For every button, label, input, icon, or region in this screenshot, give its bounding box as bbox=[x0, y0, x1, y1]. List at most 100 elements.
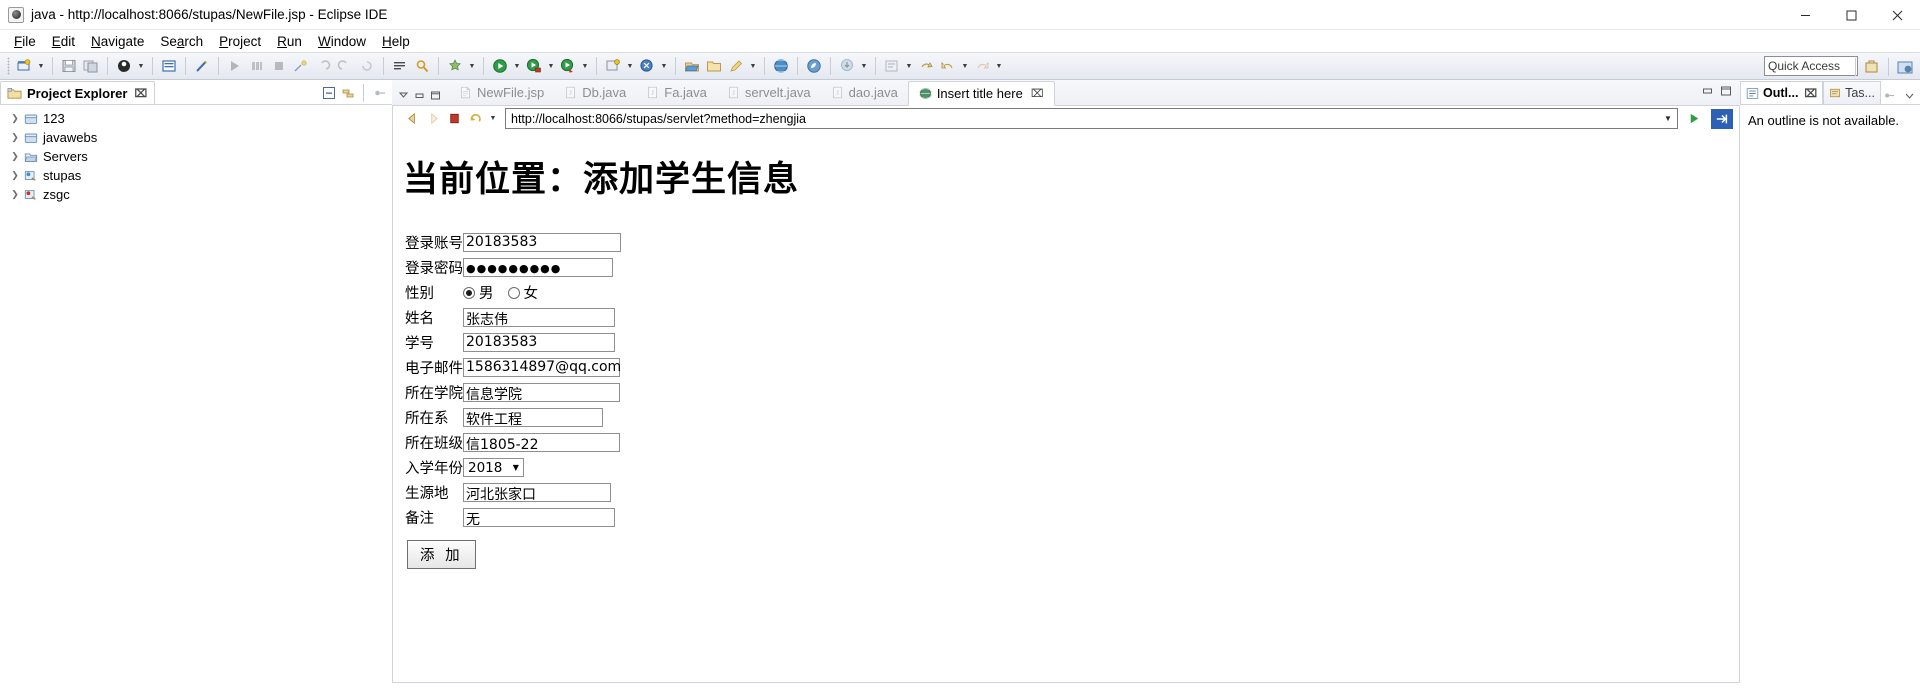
redo-icon[interactable] bbox=[334, 55, 356, 77]
maximize-icon[interactable] bbox=[430, 90, 441, 101]
hometown-input[interactable]: 河北张家口 bbox=[463, 483, 611, 503]
minimize-icon[interactable] bbox=[1901, 87, 1918, 104]
editor-tab-newfile-jsp[interactable]: NewFile.jsp bbox=[449, 80, 554, 105]
open-folder-icon[interactable] bbox=[681, 55, 703, 77]
college-input[interactable]: 信息学院 bbox=[463, 383, 620, 403]
terminate-icon[interactable] bbox=[268, 55, 290, 77]
remark-input[interactable]: 无 bbox=[463, 508, 615, 528]
close-button[interactable] bbox=[1874, 0, 1920, 30]
open-task-dropdown-icon[interactable]: ▼ bbox=[903, 55, 915, 77]
new-wizard-icon[interactable] bbox=[13, 55, 35, 77]
back-icon[interactable] bbox=[403, 110, 421, 128]
tab-tasks[interactable]: Tas... bbox=[1823, 81, 1881, 104]
undo-icon[interactable] bbox=[312, 55, 334, 77]
login-password-input[interactable]: ●●●●●●●●● bbox=[463, 258, 613, 277]
profile-dropdown-icon[interactable]: ▼ bbox=[658, 55, 670, 77]
tab-outline[interactable]: Outl... ⌧ bbox=[1740, 81, 1824, 104]
email-input[interactable]: 1586314897@qq.com bbox=[463, 358, 621, 377]
link-icon[interactable] bbox=[191, 55, 213, 77]
refresh-dropdown-icon[interactable]: ▼ bbox=[487, 108, 499, 130]
run-as-icon[interactable] bbox=[523, 55, 545, 77]
chevron-right-icon[interactable]: ❯ bbox=[8, 170, 22, 181]
run-as-dropdown-icon[interactable]: ▼ bbox=[545, 55, 557, 77]
close-icon[interactable]: ⌧ bbox=[1804, 87, 1817, 100]
maximize-button[interactable] bbox=[1828, 0, 1874, 30]
save-icon[interactable] bbox=[58, 55, 80, 77]
stop-icon[interactable] bbox=[445, 110, 463, 128]
run-dropdown-icon[interactable]: ▼ bbox=[511, 55, 523, 77]
chevron-down-icon[interactable]: ▼ bbox=[1661, 114, 1675, 123]
project-tree[interactable]: ❯ 123 ❯ javawebs ❯ Servers ❯ stupas ❯ zs… bbox=[0, 104, 392, 689]
search-icon[interactable] bbox=[411, 55, 433, 77]
download-icon[interactable] bbox=[836, 55, 858, 77]
editor-tab-dao-java[interactable]: J dao.java bbox=[821, 80, 908, 105]
pencil-dropdown-icon[interactable]: ▼ bbox=[747, 55, 759, 77]
toolbar-grip[interactable] bbox=[7, 57, 10, 75]
debug-as-dropdown-icon[interactable]: ▼ bbox=[579, 55, 591, 77]
refresh-icon[interactable] bbox=[356, 55, 378, 77]
chevron-right-icon[interactable]: ❯ bbox=[8, 113, 22, 124]
external-tools-icon[interactable] bbox=[444, 55, 466, 77]
undo-arrow-icon[interactable] bbox=[915, 55, 937, 77]
browser-icon[interactable] bbox=[803, 55, 825, 77]
link-with-editor-icon[interactable] bbox=[339, 84, 356, 101]
columns-icon[interactable] bbox=[246, 55, 268, 77]
forward-dropdown-icon[interactable]: ▼ bbox=[993, 55, 1005, 77]
step-over-icon[interactable] bbox=[224, 55, 246, 77]
forward-arrow-icon[interactable] bbox=[971, 55, 993, 77]
student-id-input[interactable]: 20183583 bbox=[463, 333, 615, 352]
refresh-icon[interactable] bbox=[466, 110, 484, 128]
menu-project[interactable]: Project bbox=[211, 32, 269, 51]
pencil-icon[interactable] bbox=[725, 55, 747, 77]
debug-dropdown-icon[interactable]: ▼ bbox=[135, 55, 147, 77]
minimize-icon[interactable] bbox=[1702, 85, 1714, 97]
url-input[interactable]: http://localhost:8066/stupas/servlet?met… bbox=[511, 112, 1661, 126]
run-icon[interactable] bbox=[489, 55, 511, 77]
chevron-down-icon[interactable]: ▼ bbox=[508, 459, 523, 476]
editor-tab-servelt-java[interactable]: J servelt.java bbox=[717, 80, 821, 105]
close-icon[interactable]: ⌧ bbox=[1031, 87, 1044, 100]
save-all-icon[interactable] bbox=[80, 55, 102, 77]
menu-edit[interactable]: Edit bbox=[44, 32, 83, 51]
department-input[interactable]: 软件工程 bbox=[463, 408, 603, 428]
editor-tab-fa-java[interactable]: J Fa.java bbox=[636, 80, 717, 105]
menu-help[interactable]: Help bbox=[374, 32, 418, 51]
view-menu-icon[interactable] bbox=[371, 84, 388, 101]
profile-icon[interactable] bbox=[636, 55, 658, 77]
gender-radio-female[interactable] bbox=[507, 286, 520, 299]
external-tools-dropdown-icon[interactable]: ▼ bbox=[466, 55, 478, 77]
minimize-icon[interactable] bbox=[414, 90, 425, 101]
chevron-right-icon[interactable]: ❯ bbox=[8, 151, 22, 162]
view-menu-icon[interactable] bbox=[1881, 87, 1898, 104]
restore-icon[interactable] bbox=[398, 90, 409, 101]
open-type-icon[interactable] bbox=[290, 55, 312, 77]
url-bar[interactable]: http://localhost:8066/stupas/servlet?met… bbox=[505, 108, 1678, 129]
submit-button[interactable]: 添 加 bbox=[407, 540, 476, 569]
editor-tab-insert-title-here[interactable]: Insert title here ⌧ bbox=[907, 81, 1055, 106]
new-server-dropdown-icon[interactable]: ▼ bbox=[624, 55, 636, 77]
class-input[interactable]: 信1805-22 bbox=[463, 433, 620, 453]
web-globe-icon[interactable] bbox=[770, 55, 792, 77]
close-icon[interactable]: ⌧ bbox=[134, 87, 147, 100]
menu-file[interactable]: File bbox=[6, 32, 44, 51]
forward-icon[interactable] bbox=[424, 110, 442, 128]
tree-item-servers[interactable]: ❯ Servers bbox=[0, 147, 392, 166]
tree-item-123[interactable]: ❯ 123 bbox=[0, 109, 392, 128]
new-java-class-icon[interactable] bbox=[158, 55, 180, 77]
go-button[interactable] bbox=[1684, 109, 1704, 129]
search-list-icon[interactable] bbox=[389, 55, 411, 77]
new-wizard-dropdown-icon[interactable]: ▼ bbox=[35, 55, 47, 77]
chevron-right-icon[interactable]: ❯ bbox=[8, 189, 22, 200]
menu-window[interactable]: Window bbox=[310, 32, 374, 51]
tab-project-explorer[interactable]: Project Explorer ⌧ bbox=[0, 81, 156, 104]
tree-item-javawebs[interactable]: ❯ javawebs bbox=[0, 128, 392, 147]
login-account-input[interactable]: 20183583 bbox=[463, 233, 621, 252]
name-input[interactable]: 张志伟 bbox=[463, 308, 615, 328]
tree-item-zsgc[interactable]: ❯ zsgc bbox=[0, 185, 392, 204]
menu-run[interactable]: Run bbox=[269, 32, 310, 51]
download-dropdown-icon[interactable]: ▼ bbox=[858, 55, 870, 77]
enrollment-year-select[interactable]: 2018 ▼ bbox=[463, 458, 525, 477]
java-perspective-icon[interactable] bbox=[1894, 56, 1916, 78]
open-external-browser-button[interactable] bbox=[1711, 108, 1733, 129]
chevron-right-icon[interactable]: ❯ bbox=[8, 132, 22, 143]
